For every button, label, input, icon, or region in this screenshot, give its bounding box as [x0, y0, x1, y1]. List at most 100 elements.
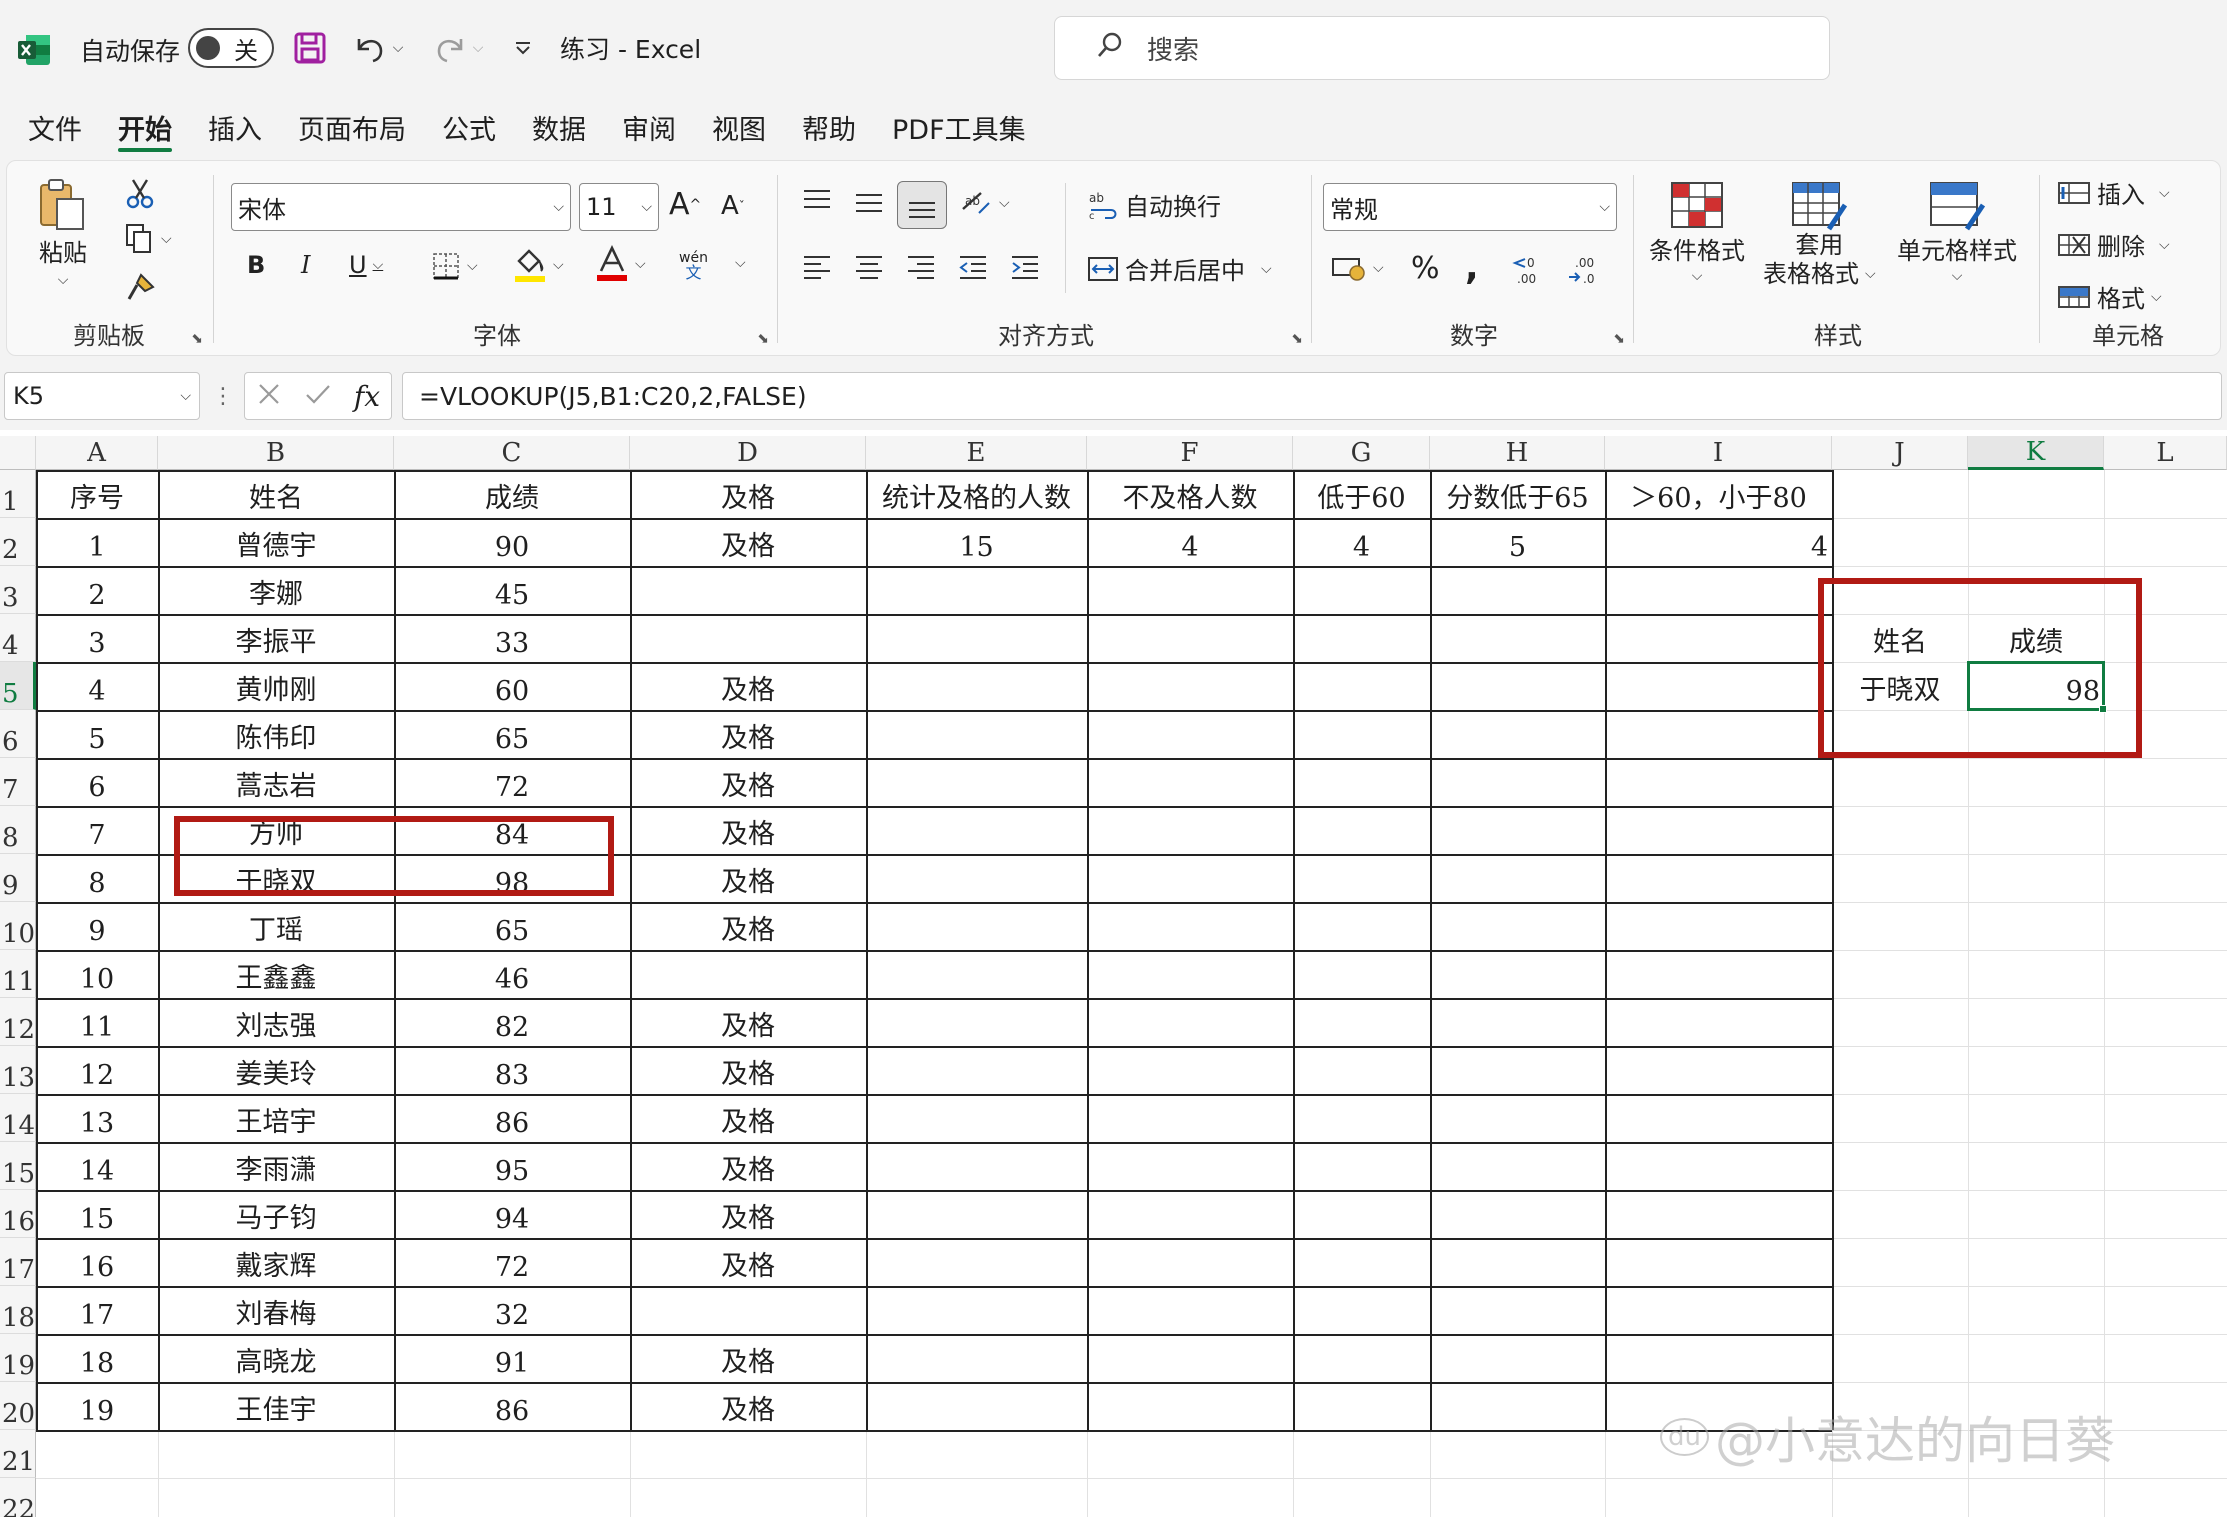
- format-painter-button[interactable]: [125, 271, 157, 303]
- wrap-text-button[interactable]: ab c 自动换行: [1087, 187, 1221, 222]
- column-header-a[interactable]: A: [36, 436, 158, 470]
- student-pass-cell[interactable]: [630, 566, 866, 614]
- student-score-cell[interactable]: 94: [394, 1190, 630, 1238]
- underline-button[interactable]: U ⌵: [349, 251, 383, 279]
- student-no-cell[interactable]: 12: [36, 1046, 158, 1094]
- column-header-l[interactable]: L: [2104, 436, 2227, 470]
- header-cell-e[interactable]: 统计及格的人数: [866, 470, 1087, 518]
- row-header-5[interactable]: 5: [0, 662, 36, 710]
- student-pass-cell[interactable]: 及格: [630, 758, 866, 806]
- student-name-cell[interactable]: 陈伟印: [158, 710, 394, 758]
- row-header-18[interactable]: 18: [0, 1286, 36, 1334]
- student-score-cell[interactable]: 32: [394, 1286, 630, 1334]
- student-name-cell[interactable]: 姜美玲: [158, 1046, 394, 1094]
- stats-cell-g[interactable]: 4: [1293, 518, 1430, 566]
- row-header-8[interactable]: 8: [0, 806, 36, 854]
- student-pass-cell[interactable]: 及格: [630, 1334, 866, 1382]
- student-score-cell[interactable]: 84: [394, 806, 630, 854]
- student-name-cell[interactable]: 李娜: [158, 566, 394, 614]
- row-header-4[interactable]: 4: [0, 614, 36, 662]
- student-name-cell[interactable]: 李雨潇: [158, 1142, 394, 1190]
- comma-style-button[interactable]: ,: [1465, 247, 1479, 288]
- student-name-cell[interactable]: 戴家辉: [158, 1238, 394, 1286]
- student-name-cell[interactable]: 刘春梅: [158, 1286, 394, 1334]
- student-score-cell[interactable]: 86: [394, 1382, 630, 1430]
- dialog-launcher-icon[interactable]: ⬊: [191, 331, 203, 347]
- cut-button[interactable]: [125, 177, 155, 209]
- phonetic-dropdown[interactable]: ⌵: [729, 255, 746, 271]
- student-no-cell[interactable]: 9: [36, 902, 158, 950]
- row-header-3[interactable]: 3: [0, 566, 36, 614]
- student-score-cell[interactable]: 90: [394, 518, 630, 566]
- decrease-font-size-button[interactable]: Aˇ: [721, 191, 745, 221]
- increase-font-size-button[interactable]: A ^: [669, 187, 701, 222]
- student-name-cell[interactable]: 曾德宇: [158, 518, 394, 566]
- column-header-k[interactable]: K: [1968, 436, 2104, 470]
- student-no-cell[interactable]: 4: [36, 662, 158, 710]
- row-header-14[interactable]: 14: [0, 1094, 36, 1142]
- student-pass-cell[interactable]: 及格: [630, 902, 866, 950]
- student-pass-cell[interactable]: [630, 1286, 866, 1334]
- column-header-f[interactable]: F: [1087, 436, 1293, 470]
- student-pass-cell[interactable]: 及格: [630, 1094, 866, 1142]
- stats-cell-f[interactable]: 4: [1087, 518, 1293, 566]
- student-score-cell[interactable]: 72: [394, 758, 630, 806]
- student-name-cell[interactable]: 王鑫鑫: [158, 950, 394, 998]
- lookup-name-value[interactable]: 于晓双: [1832, 662, 1968, 710]
- student-pass-cell[interactable]: 及格: [630, 854, 866, 902]
- row-header-7[interactable]: 7: [0, 758, 36, 806]
- align-center-button[interactable]: [853, 253, 885, 281]
- accounting-format-button[interactable]: ⌵: [1331, 253, 1384, 283]
- student-pass-cell[interactable]: 及格: [630, 1238, 866, 1286]
- student-no-cell[interactable]: 19: [36, 1382, 158, 1430]
- row-header-21[interactable]: 21: [0, 1430, 36, 1478]
- student-name-cell[interactable]: 王佳宇: [158, 1382, 394, 1430]
- delete-cells-button[interactable]: 删除 ⌵: [2057, 227, 2170, 262]
- conditional-formatting-button[interactable]: 条件格式 ⌵: [1649, 179, 1745, 284]
- row-header-20[interactable]: 20: [0, 1382, 36, 1430]
- student-no-cell[interactable]: 7: [36, 806, 158, 854]
- align-middle-button[interactable]: [853, 187, 885, 215]
- worksheet-grid[interactable]: ABCDEFGHIJKL 1 2 3 4 5 6 7 8 9 10 11 12 13 14 15 16 17 18…: [0, 436, 2227, 1517]
- tab-formulas[interactable]: 公式: [434, 96, 504, 158]
- column-header-i[interactable]: I: [1605, 436, 1832, 470]
- header-cell-i[interactable]: ＞60，小于80: [1605, 470, 1832, 518]
- header-cell-f[interactable]: 不及格人数: [1087, 470, 1293, 518]
- stats-cell-e[interactable]: 15: [866, 518, 1087, 566]
- align-top-button[interactable]: [801, 187, 833, 215]
- student-score-cell[interactable]: 86: [394, 1094, 630, 1142]
- cancel-icon[interactable]: [256, 381, 282, 411]
- tab-file[interactable]: 文件: [20, 96, 90, 158]
- student-name-cell[interactable]: 方帅: [158, 806, 394, 854]
- row-header-11[interactable]: 11: [0, 950, 36, 998]
- student-name-cell[interactable]: 刘志强: [158, 998, 394, 1046]
- student-pass-cell[interactable]: 及格: [630, 806, 866, 854]
- dialog-launcher-icon[interactable]: ⬊: [757, 331, 769, 347]
- student-pass-cell[interactable]: 及格: [630, 998, 866, 1046]
- row-header-15[interactable]: 15: [0, 1142, 36, 1190]
- tab-pdf-tools[interactable]: PDF工具集: [884, 96, 1034, 158]
- column-header-e[interactable]: E: [866, 436, 1087, 470]
- student-score-cell[interactable]: 60: [394, 662, 630, 710]
- student-score-cell[interactable]: 95: [394, 1142, 630, 1190]
- italic-button[interactable]: I: [301, 251, 310, 279]
- align-right-button[interactable]: [905, 253, 937, 281]
- column-header-j[interactable]: J: [1832, 436, 1968, 470]
- student-name-cell[interactable]: 于晓双: [158, 854, 394, 902]
- student-pass-cell[interactable]: 及格: [630, 1382, 866, 1430]
- fill-handle[interactable]: [2099, 705, 2107, 713]
- search-box[interactable]: 搜索: [1054, 16, 1830, 80]
- row-header-16[interactable]: 16: [0, 1190, 36, 1238]
- student-name-cell[interactable]: 高晓龙: [158, 1334, 394, 1382]
- student-score-cell[interactable]: 91: [394, 1334, 630, 1382]
- fill-color-button[interactable]: ⌵: [513, 247, 564, 283]
- student-no-cell[interactable]: 15: [36, 1190, 158, 1238]
- column-header-h[interactable]: H: [1430, 436, 1605, 470]
- stats-cell-i[interactable]: 4: [1605, 518, 1832, 566]
- increase-indent-button[interactable]: [1009, 253, 1041, 281]
- tab-review[interactable]: 审阅: [614, 96, 684, 158]
- increase-decimal-button[interactable]: 0.00: [1511, 253, 1547, 287]
- student-no-cell[interactable]: 14: [36, 1142, 158, 1190]
- lookup-score-header[interactable]: 成绩: [1968, 614, 2104, 662]
- more-options-icon[interactable]: ⋮: [212, 372, 234, 420]
